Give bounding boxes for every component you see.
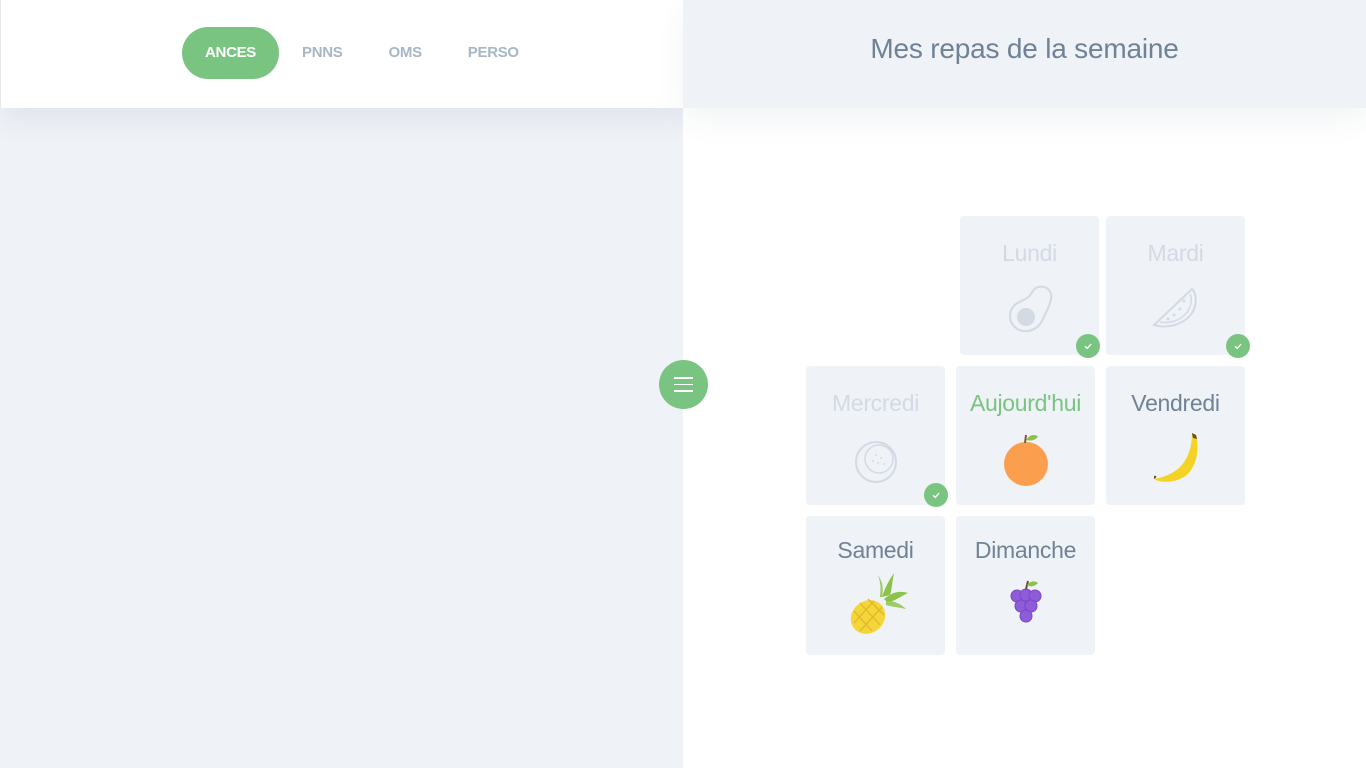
day-name: Aujourd'hui xyxy=(969,390,1082,416)
day-name: Vendredi xyxy=(1131,390,1220,416)
day-card-aujourdhui[interactable]: Aujourd'hui xyxy=(956,366,1095,505)
day-name: Mercredi xyxy=(831,390,920,416)
day-card-vendredi[interactable]: Vendredi xyxy=(1106,366,1245,505)
day-card-lundi[interactable]: Lundi xyxy=(960,216,1099,355)
tab-oms[interactable]: OMS xyxy=(366,27,445,79)
right-header: Mes repas de la semaine xyxy=(683,0,1366,108)
orange-icon xyxy=(956,428,1095,490)
day-name: Dimanche xyxy=(974,537,1077,563)
check-icon xyxy=(1226,334,1250,358)
pineapple-icon xyxy=(806,573,945,636)
hamburger-line xyxy=(674,390,693,392)
day-name: Mardi xyxy=(1147,240,1204,266)
watermelon-icon xyxy=(1106,278,1245,340)
hamburger-menu-icon xyxy=(674,377,693,379)
day-card-mercredi[interactable]: Mercredi xyxy=(806,366,945,505)
banana-icon xyxy=(1106,428,1245,490)
day-card-samedi[interactable]: Samedi xyxy=(806,516,945,655)
day-card-mardi[interactable]: Mardi xyxy=(1106,216,1245,355)
tab-pnns[interactable]: PNNS xyxy=(279,27,365,79)
check-icon xyxy=(924,483,948,507)
coconut-icon xyxy=(806,428,945,490)
tab-ances[interactable]: ANCES xyxy=(182,27,280,79)
tab-perso[interactable]: PERSO xyxy=(445,27,542,79)
page-title: Mes repas de la semaine xyxy=(870,33,1179,64)
menu-toggle-button[interactable] xyxy=(659,360,708,409)
check-icon xyxy=(1076,334,1100,358)
avocado-icon xyxy=(960,278,1099,340)
day-name: Samedi xyxy=(837,537,914,563)
grapes-icon xyxy=(956,574,1095,636)
left-header: ANCES PNNS OMS PERSO xyxy=(0,0,683,108)
day-name: Lundi xyxy=(1002,240,1057,266)
hamburger-line xyxy=(674,383,693,386)
standards-tabs: ANCES PNNS OMS PERSO xyxy=(182,27,542,79)
day-card-dimanche[interactable]: Dimanche xyxy=(956,516,1095,655)
left-panel: ANCES PNNS OMS PERSO xyxy=(0,0,683,768)
